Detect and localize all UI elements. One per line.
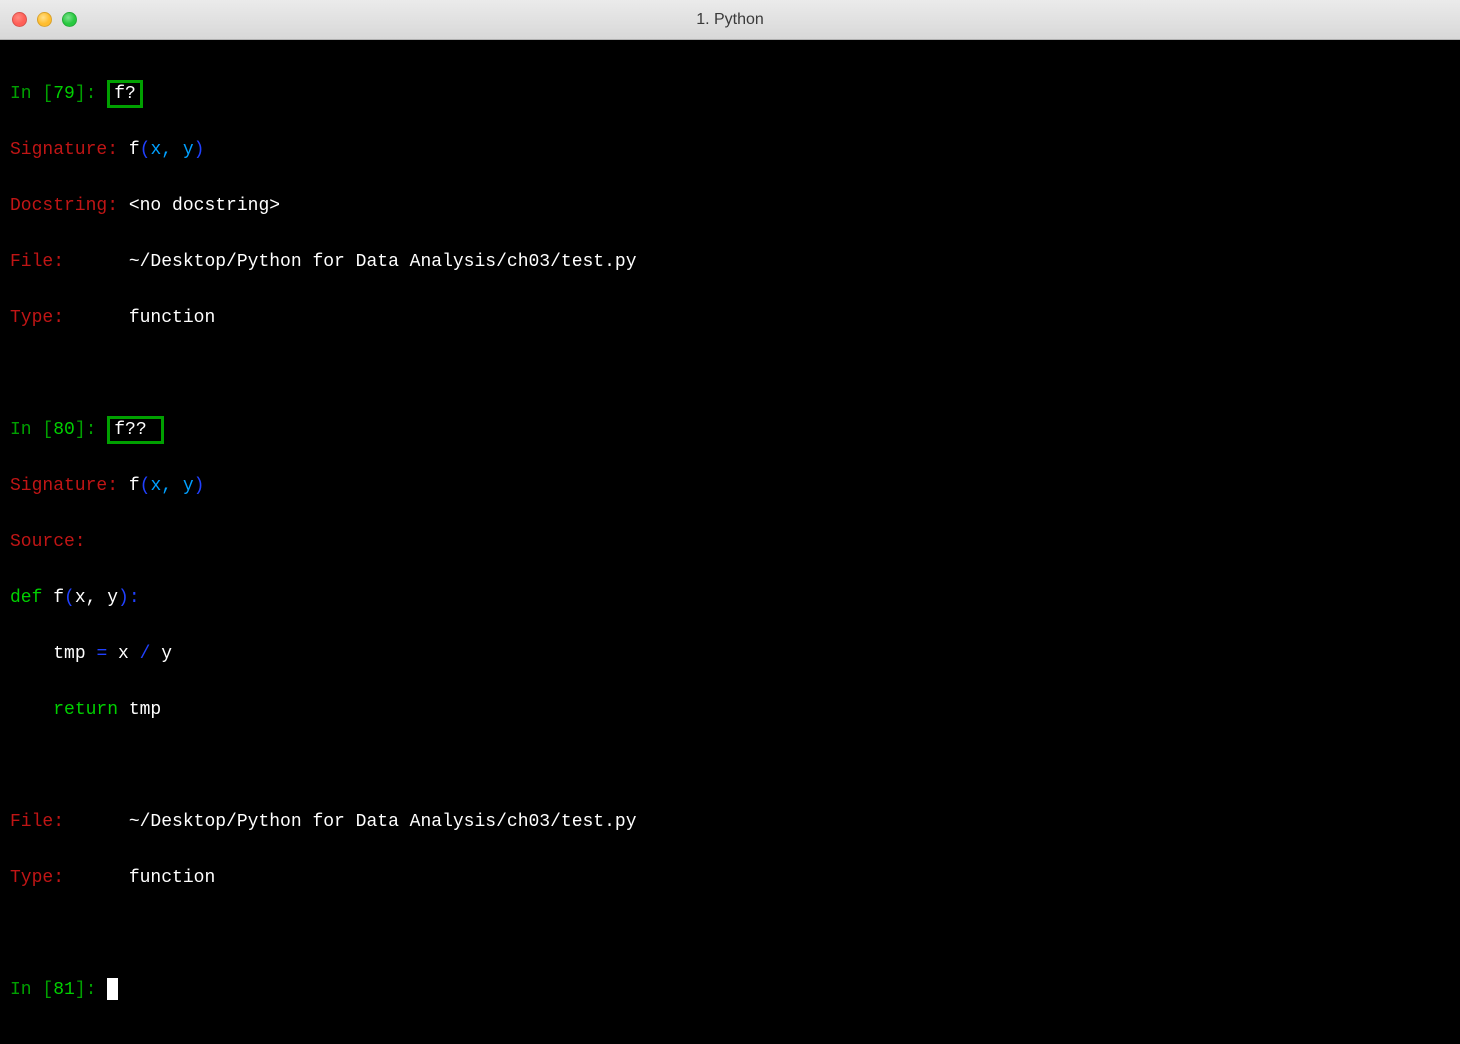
docstring-value: <no docstring> xyxy=(118,196,280,216)
signature-func: f xyxy=(118,140,140,160)
paren-icon: ( xyxy=(140,140,151,160)
paren-icon: ) xyxy=(194,476,205,496)
prompt-label: In [ xyxy=(10,420,53,440)
type-value: function xyxy=(64,308,215,328)
signature-args: x, y xyxy=(150,140,193,160)
prompt-number: 79 xyxy=(53,84,75,104)
signature-row: Signature: f(x, y) xyxy=(10,472,1450,500)
cell-80-row: In [80]: f?? xyxy=(10,416,1450,444)
prompt-suffix: ]: xyxy=(75,84,107,104)
prompt-label: In [ xyxy=(10,980,53,1000)
func-name: f xyxy=(42,588,64,608)
source-body-row: tmp = x / y xyxy=(10,640,1450,668)
signature-label: Signature: xyxy=(10,476,118,496)
signature-row: Signature: f(x, y) xyxy=(10,136,1450,164)
file-row: File: ~/Desktop/Python for Data Analysis… xyxy=(10,808,1450,836)
maximize-icon[interactable] xyxy=(62,12,77,27)
cell-input: f? xyxy=(114,84,136,104)
traffic-lights xyxy=(12,12,77,27)
docstring-row: Docstring: <no docstring> xyxy=(10,192,1450,220)
type-row: Type: function xyxy=(10,864,1450,892)
prompt-number: 81 xyxy=(53,980,75,1000)
file-value: ~/Desktop/Python for Data Analysis/ch03/… xyxy=(64,812,637,832)
indent xyxy=(10,644,53,664)
signature-args: x, y xyxy=(150,476,193,496)
operator-icon: = xyxy=(96,644,107,664)
blank-row xyxy=(10,920,1450,948)
prompt-number: 80 xyxy=(53,420,75,440)
type-label: Type: xyxy=(10,868,64,888)
file-row: File: ~/Desktop/Python for Data Analysis… xyxy=(10,248,1450,276)
input-highlight-box: f? xyxy=(107,80,143,108)
func-args: x, y xyxy=(75,588,118,608)
prompt-suffix: ]: xyxy=(75,980,107,1000)
type-row: Type: function xyxy=(10,304,1450,332)
blank-row xyxy=(10,752,1450,780)
code-text: tmp xyxy=(53,644,96,664)
code-text: tmp xyxy=(118,700,161,720)
cell-81-row: In [81]: xyxy=(10,976,1450,1004)
source-label: Source: xyxy=(10,532,86,552)
window-title: 1. Python xyxy=(696,11,764,29)
type-value: function xyxy=(64,868,215,888)
minimize-icon[interactable] xyxy=(37,12,52,27)
window-titlebar: 1. Python xyxy=(0,0,1460,40)
file-label: File: xyxy=(10,252,64,272)
input-highlight-box: f?? xyxy=(107,416,164,444)
source-label-row: Source: xyxy=(10,528,1450,556)
terminal-output[interactable]: In [79]: f? Signature: f(x, y) Docstring… xyxy=(0,40,1460,1044)
cell-input: f?? xyxy=(114,420,146,440)
prompt-label: In [ xyxy=(10,84,53,104)
close-icon[interactable] xyxy=(12,12,27,27)
indent xyxy=(10,700,53,720)
signature-label: Signature: xyxy=(10,140,118,160)
source-return-row: return tmp xyxy=(10,696,1450,724)
cursor-icon[interactable] xyxy=(107,978,118,1000)
cell-79-row: In [79]: f? xyxy=(10,80,1450,108)
code-text: y xyxy=(150,644,172,664)
paren-icon: ( xyxy=(140,476,151,496)
file-label: File: xyxy=(10,812,64,832)
source-def-row: def f(x, y): xyxy=(10,584,1450,612)
blank-row xyxy=(10,360,1450,388)
paren-icon: ( xyxy=(64,588,75,608)
type-label: Type: xyxy=(10,308,64,328)
file-value: ~/Desktop/Python for Data Analysis/ch03/… xyxy=(64,252,637,272)
prompt-suffix: ]: xyxy=(75,420,107,440)
def-keyword: def xyxy=(10,588,42,608)
paren-icon: ) xyxy=(118,588,129,608)
paren-icon: ) xyxy=(194,140,205,160)
code-text: x xyxy=(107,644,139,664)
signature-func: f xyxy=(118,476,140,496)
colon-icon: : xyxy=(129,588,140,608)
operator-icon: / xyxy=(140,644,151,664)
docstring-label: Docstring: xyxy=(10,196,118,216)
return-keyword: return xyxy=(53,700,118,720)
